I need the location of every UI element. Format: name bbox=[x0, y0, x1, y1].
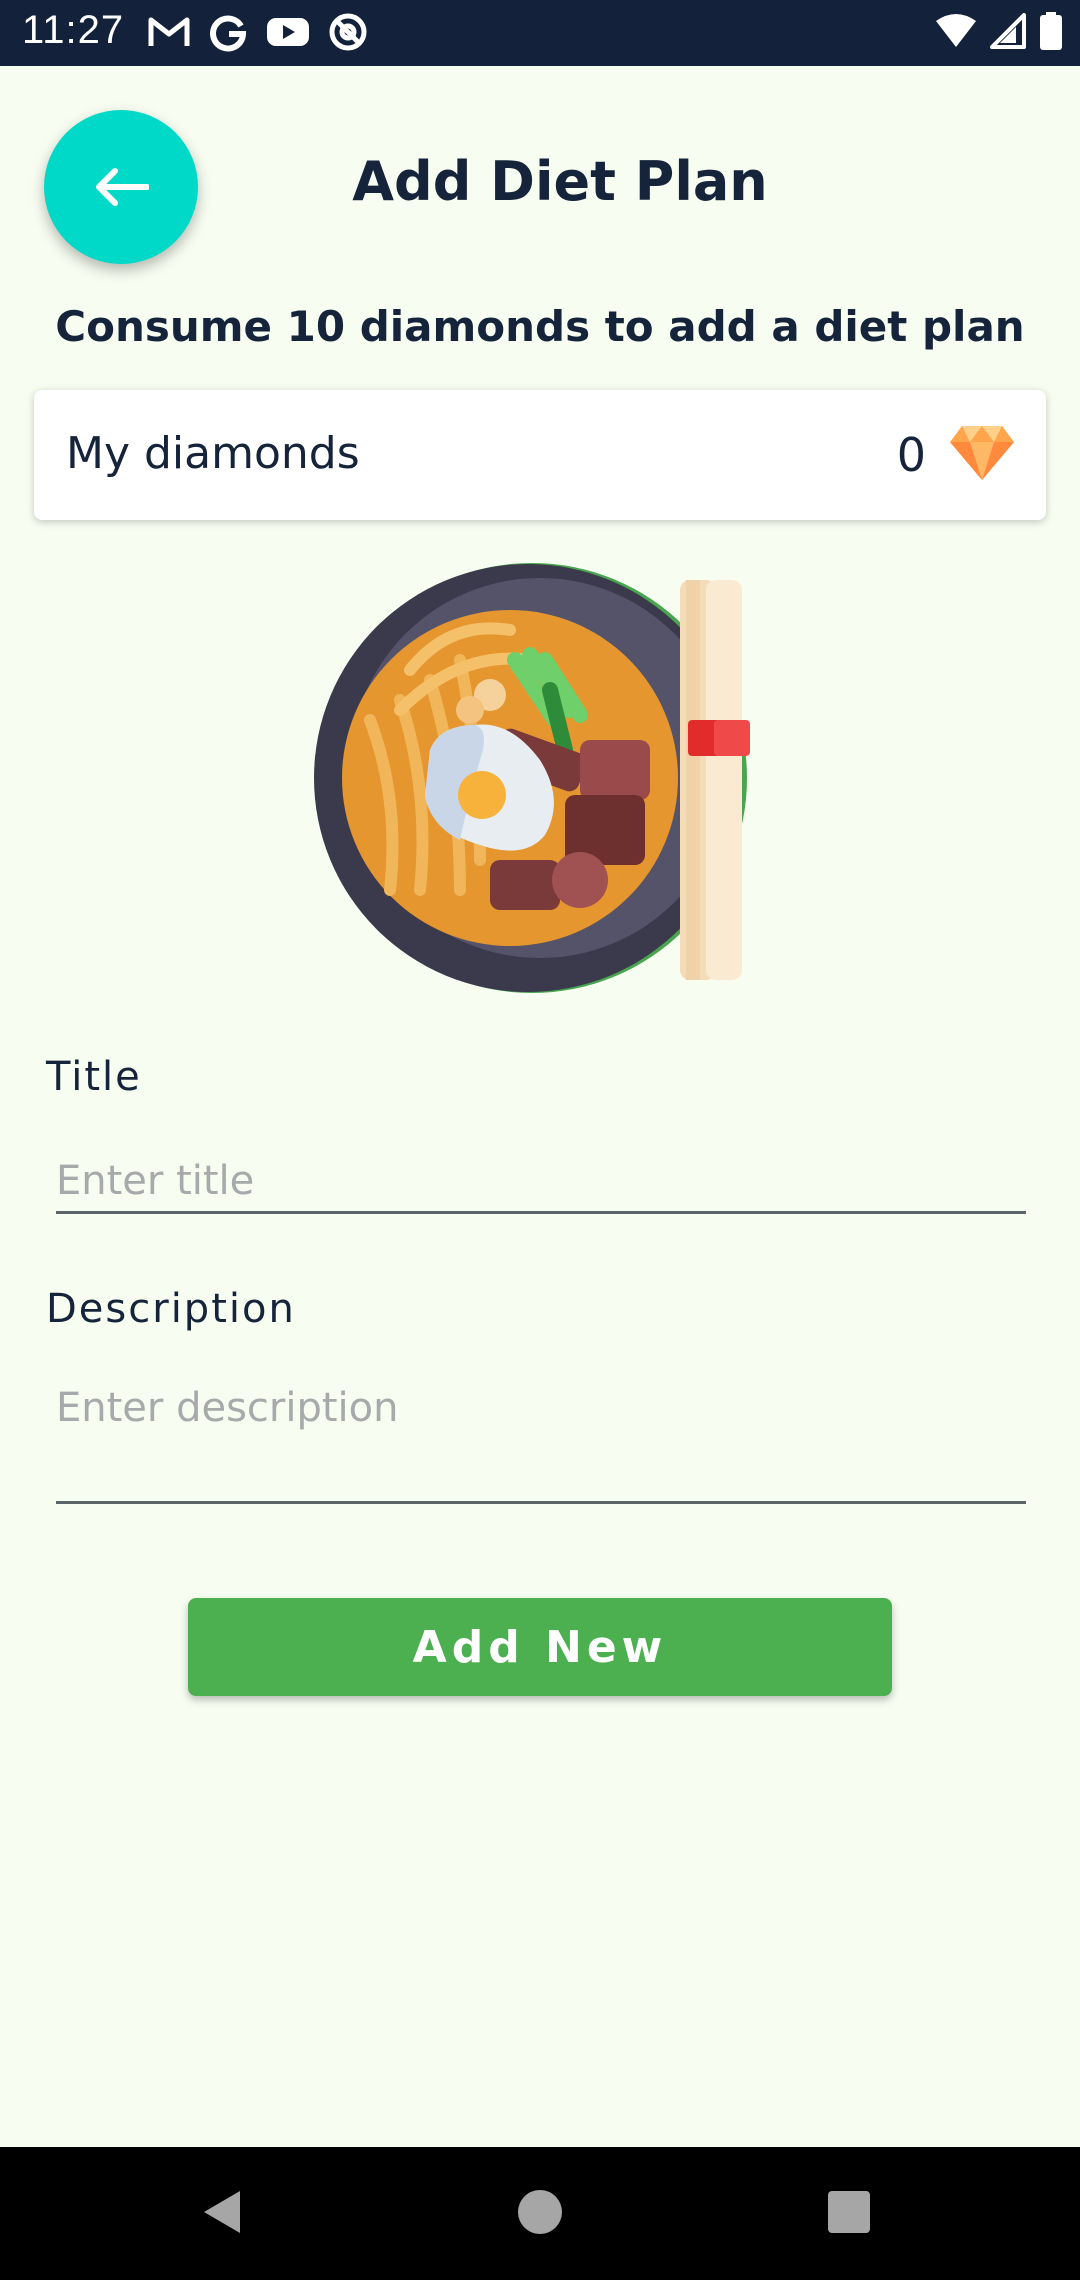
my-diamonds-label: My diamonds bbox=[66, 428, 360, 479]
diamond-cost-notice: Consume 10 diamonds to add a diet plan bbox=[55, 302, 1025, 351]
title-label: Title bbox=[46, 1054, 142, 1100]
arrow-left-icon bbox=[96, 168, 149, 206]
page-title: Add Diet Plan bbox=[352, 150, 768, 213]
youtube-icon bbox=[267, 18, 309, 46]
signal-icon bbox=[990, 13, 1026, 49]
back-button[interactable] bbox=[44, 110, 198, 264]
back-triangle-icon[interactable] bbox=[202, 2189, 244, 2235]
my-diamonds-card: My diamonds 0 bbox=[34, 390, 1046, 520]
recents-square-icon[interactable] bbox=[828, 2191, 870, 2233]
status-time: 11:27 bbox=[22, 8, 125, 52]
google-icon bbox=[210, 15, 247, 52]
home-circle-icon[interactable] bbox=[518, 2190, 562, 2234]
diamond-count: 0 bbox=[896, 428, 926, 482]
system-icons bbox=[936, 12, 1062, 50]
gmail-icon bbox=[148, 17, 190, 46]
battery-icon bbox=[1040, 12, 1062, 50]
diamond-icon bbox=[950, 426, 1014, 480]
bibimbap-bowl-illustration bbox=[314, 563, 750, 993]
system-navigation-bar bbox=[0, 2147, 1080, 2280]
add-new-button[interactable]: Add New bbox=[188, 1598, 892, 1696]
wifi-icon bbox=[936, 14, 976, 47]
at-sign-icon bbox=[329, 13, 367, 51]
notification-icons bbox=[148, 12, 368, 52]
description-input[interactable] bbox=[56, 1384, 1026, 1504]
title-input[interactable] bbox=[56, 1150, 1026, 1214]
status-bar: 11:27 bbox=[0, 0, 1080, 66]
description-label: Description bbox=[46, 1286, 296, 1332]
